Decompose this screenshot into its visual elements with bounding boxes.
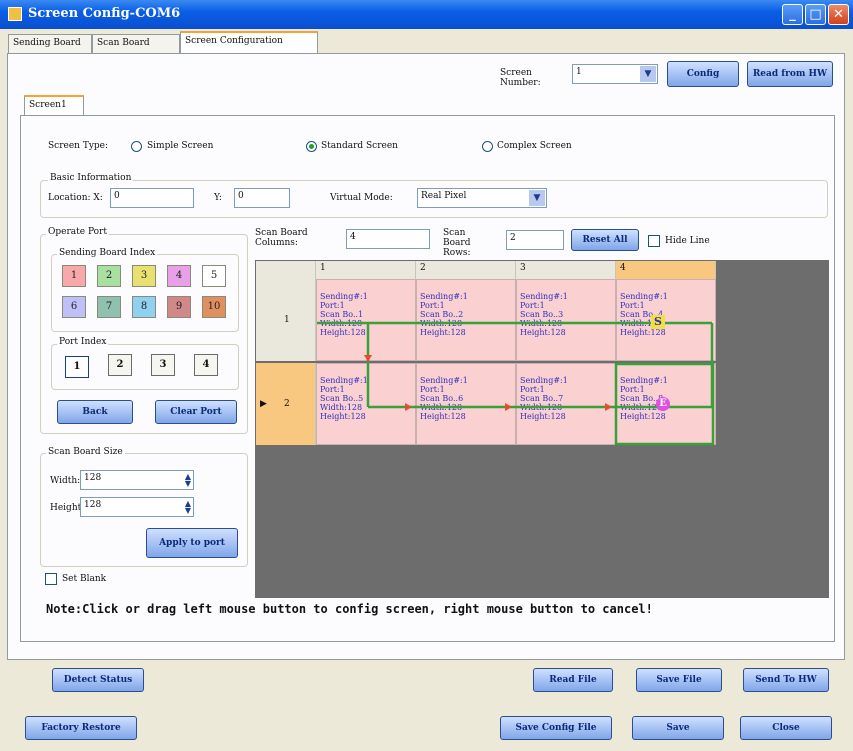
save-button[interactable]: Save xyxy=(632,716,724,740)
read-file-button[interactable]: Read File xyxy=(533,668,613,692)
close-button[interactable]: Close xyxy=(740,716,832,740)
path-arrow xyxy=(364,355,372,362)
path-arrow xyxy=(605,403,612,411)
detect-status-button[interactable]: Detect Status xyxy=(52,668,144,692)
start-marker: S xyxy=(651,315,665,329)
end-marker: E xyxy=(656,397,670,411)
connection-path-overlay xyxy=(317,321,715,446)
path-arrow xyxy=(505,403,512,411)
factory-restore-button[interactable]: Factory Restore xyxy=(25,716,137,740)
send-to-hw-button[interactable]: Send To HW xyxy=(743,668,829,692)
save-file-button[interactable]: Save File xyxy=(636,668,722,692)
path-arrow xyxy=(405,403,412,411)
save-config-file-button[interactable]: Save Config File xyxy=(500,716,612,740)
config-note: Note:Click or drag left mouse button to … xyxy=(46,602,653,616)
